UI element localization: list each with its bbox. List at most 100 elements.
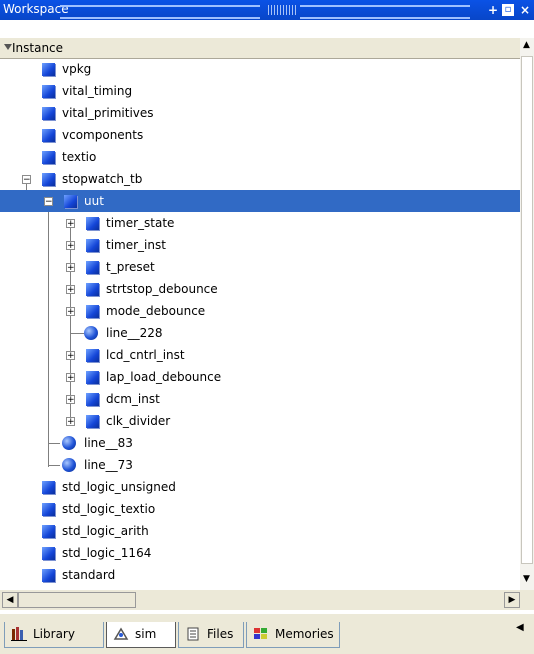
- tree-item-label: timer_state: [106, 216, 175, 230]
- tree-item-timer-inst[interactable]: + timer_inst: [0, 234, 520, 256]
- tree-item-textio[interactable]: textio: [0, 146, 520, 168]
- library-icon: [11, 627, 27, 641]
- scroll-up-arrow-icon[interactable]: ▲: [523, 40, 530, 50]
- tab-files[interactable]: Files: [178, 622, 244, 648]
- tree-item-vital-primitives[interactable]: vital_primitives: [0, 102, 520, 124]
- tree-item-label: std_logic_textio: [62, 502, 156, 516]
- module-icon: [42, 129, 55, 142]
- tree-item-t-preset[interactable]: + t_preset: [0, 256, 520, 278]
- tree-item-label: lap_load_debounce: [106, 370, 222, 384]
- tab-label: sim: [135, 627, 157, 641]
- vertical-scrollbar[interactable]: ▲ ▼: [520, 38, 534, 590]
- drag-grip-left[interactable]: [60, 5, 260, 19]
- sort-descending-icon: [4, 44, 12, 50]
- expand-toggle-icon[interactable]: +: [66, 241, 75, 251]
- tree-item-label: vcomponents: [62, 128, 144, 142]
- module-icon: [42, 547, 55, 560]
- tree-item-vcomponents[interactable]: vcomponents: [0, 124, 520, 146]
- tree-item-lcd-cntrl-inst[interactable]: + lcd_cntrl_inst: [0, 344, 520, 366]
- instance-tree: vpkg vital_timing vital_primitives vcomp…: [0, 58, 520, 590]
- add-button[interactable]: +: [486, 3, 500, 17]
- drag-grip-right[interactable]: [300, 5, 470, 19]
- module-icon: [86, 349, 99, 362]
- tab-label: Library: [33, 627, 75, 641]
- module-icon: [42, 503, 55, 516]
- drag-grip-dots[interactable]: [268, 5, 296, 15]
- module-icon: [86, 393, 99, 406]
- tree-item-std-logic-textio[interactable]: std_logic_textio: [0, 498, 520, 520]
- module-icon: [42, 63, 55, 76]
- module-icon: [42, 173, 55, 186]
- tree-item-timer-state[interactable]: + timer_state: [0, 212, 520, 234]
- module-icon: [86, 371, 99, 384]
- tree-item-label: vital_timing: [62, 84, 133, 98]
- expand-toggle-icon[interactable]: +: [66, 351, 75, 361]
- tree-item-label: timer_inst: [106, 238, 166, 252]
- module-icon: [86, 415, 99, 428]
- vertical-scroll-thumb[interactable]: [521, 56, 533, 564]
- files-icon: [187, 627, 199, 641]
- tree-item-line-73[interactable]: line__73: [0, 454, 520, 476]
- tree-item-vpkg[interactable]: vpkg: [0, 58, 520, 80]
- tree-item-strtstop-debounce[interactable]: + strtstop_debounce: [0, 278, 520, 300]
- scroll-right-arrow-icon[interactable]: ▶: [504, 592, 520, 608]
- close-button[interactable]: ×: [518, 3, 532, 17]
- scroll-down-arrow-icon[interactable]: ▼: [523, 574, 530, 584]
- tree-item-label: textio: [62, 150, 97, 164]
- tree-item-std-logic-unsigned[interactable]: std_logic_unsigned: [0, 476, 520, 498]
- instance-column-header[interactable]: Instance: [0, 38, 520, 59]
- tree-item-line-228[interactable]: line__228: [0, 322, 520, 344]
- tree-item-label: line__73: [84, 458, 133, 472]
- tree-item-label: strtstop_debounce: [106, 282, 218, 296]
- horizontal-scroll-thumb[interactable]: [18, 592, 136, 608]
- process-icon: [62, 436, 76, 450]
- tab-label: Files: [207, 627, 234, 641]
- collapse-toggle-icon[interactable]: −: [44, 197, 53, 207]
- module-icon: [86, 239, 99, 252]
- tab-scroll-left-icon[interactable]: ◀: [516, 622, 524, 633]
- tree-item-mode-debounce[interactable]: + mode_debounce: [0, 300, 520, 322]
- module-icon: [42, 525, 55, 538]
- module-icon: [42, 107, 55, 120]
- tree-item-std-logic-1164[interactable]: std_logic_1164: [0, 542, 520, 564]
- tree-item-label: vital_primitives: [62, 106, 154, 120]
- horizontal-scrollbar[interactable]: ◀ ▶: [0, 590, 534, 610]
- tree-item-label: stopwatch_tb: [62, 172, 143, 186]
- tab-library[interactable]: Library: [4, 622, 104, 648]
- tree-item-label: standard: [62, 568, 116, 582]
- module-icon: [42, 481, 55, 494]
- tree-item-clk-divider[interactable]: + clk_divider: [0, 410, 520, 432]
- tab-sim[interactable]: sim: [106, 622, 176, 648]
- expand-toggle-icon[interactable]: +: [66, 373, 75, 383]
- tree-item-vital-timing[interactable]: vital_timing: [0, 80, 520, 102]
- tree-item-label: t_preset: [106, 260, 155, 274]
- tab-memories[interactable]: Memories: [246, 622, 340, 648]
- tree-item-std-logic-arith[interactable]: std_logic_arith: [0, 520, 520, 542]
- tree-item-line-83[interactable]: line__83: [0, 432, 520, 454]
- expand-toggle-icon[interactable]: +: [66, 285, 75, 295]
- tree-item-label: clk_divider: [106, 414, 171, 428]
- workspace-titlebar[interactable]: Workspace + ▫ ×: [0, 0, 534, 20]
- tree-item-label: lcd_cntrl_inst: [106, 348, 185, 362]
- tree-item-label: dcm_inst: [106, 392, 160, 406]
- tree-item-dcm-inst[interactable]: + dcm_inst: [0, 388, 520, 410]
- tab-label: Memories: [275, 627, 334, 641]
- tree-item-standard[interactable]: standard: [0, 564, 520, 586]
- expand-toggle-icon[interactable]: +: [66, 263, 75, 273]
- sim-icon: [113, 627, 129, 640]
- expand-toggle-icon[interactable]: +: [66, 417, 75, 427]
- restore-button[interactable]: ▫: [502, 4, 514, 16]
- collapse-toggle-icon[interactable]: −: [22, 175, 31, 185]
- tree-item-label: line__83: [84, 436, 133, 450]
- workspace-tab-bar: Library sim Files Memories ◀: [0, 614, 534, 654]
- tree-item-lap-load-debounce[interactable]: + lap_load_debounce: [0, 366, 520, 388]
- tree-item-label: std_logic_arith: [62, 524, 149, 538]
- tree-item-stopwatch-tb[interactable]: − stopwatch_tb: [0, 168, 520, 190]
- expand-toggle-icon[interactable]: +: [66, 307, 75, 317]
- module-icon: [64, 195, 77, 208]
- tree-item-label: line__228: [106, 326, 163, 340]
- expand-toggle-icon[interactable]: +: [66, 219, 75, 229]
- expand-toggle-icon[interactable]: +: [66, 395, 75, 405]
- scroll-left-arrow-icon[interactable]: ◀: [2, 592, 18, 608]
- tree-item-uut[interactable]: − uut: [0, 190, 520, 212]
